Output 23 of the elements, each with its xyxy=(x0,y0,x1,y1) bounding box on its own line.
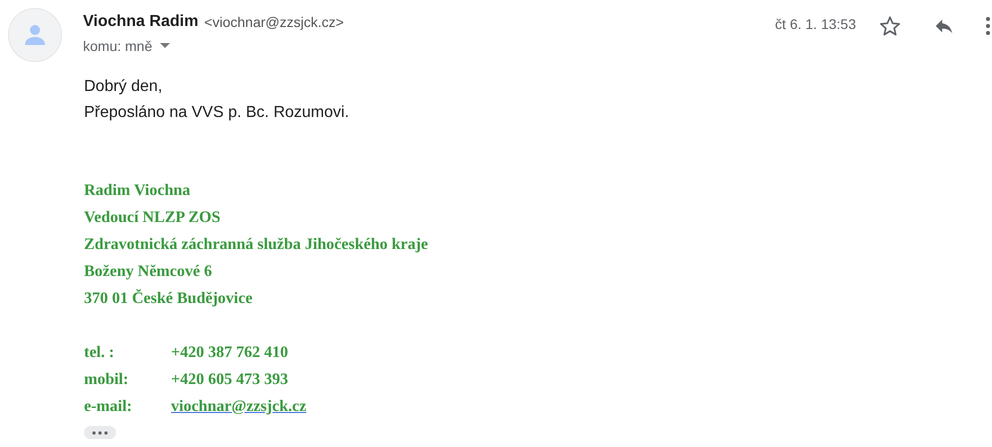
signature-line: Radim Viochna xyxy=(84,181,190,201)
contact-label: e-mail: xyxy=(84,397,133,417)
ellipsis-icon xyxy=(92,430,108,434)
show-trimmed-content-button[interactable] xyxy=(84,426,116,439)
signature-line: Boženy Němcové 6 xyxy=(84,262,212,282)
contact-label: tel. : xyxy=(84,343,116,363)
body-text-line: Dobrý den, xyxy=(84,77,162,97)
more-options-button[interactable] xyxy=(984,14,992,38)
email-link[interactable]: viochnar@zzsjck.cz xyxy=(171,393,306,420)
sender-address: <viochnar@zzsjck.cz> xyxy=(204,14,344,30)
star-button[interactable] xyxy=(878,14,902,38)
contact-value: +420 605 473 393 xyxy=(171,370,288,390)
body-text-line: Přeposláno na VVS p. Bc. Rozumovi. xyxy=(84,103,350,123)
signature-line: Zdravotnická záchranná služba Jihočeského kraje xyxy=(84,235,428,255)
contact-value: +420 387 762 410 xyxy=(171,343,288,363)
person-icon xyxy=(23,23,47,47)
date-label: čt 6. 1. 13:53 xyxy=(775,15,856,34)
dropdown-icon[interactable] xyxy=(160,43,170,49)
signature-line: 370 01 České Budějovice xyxy=(84,288,252,309)
signature-line: Vedoucí NLZP ZOS xyxy=(84,208,220,228)
sender-name: Viochna Radim xyxy=(83,13,198,31)
contact-label: mobil: xyxy=(84,370,130,390)
recipient-label: komu: mně xyxy=(83,38,152,54)
